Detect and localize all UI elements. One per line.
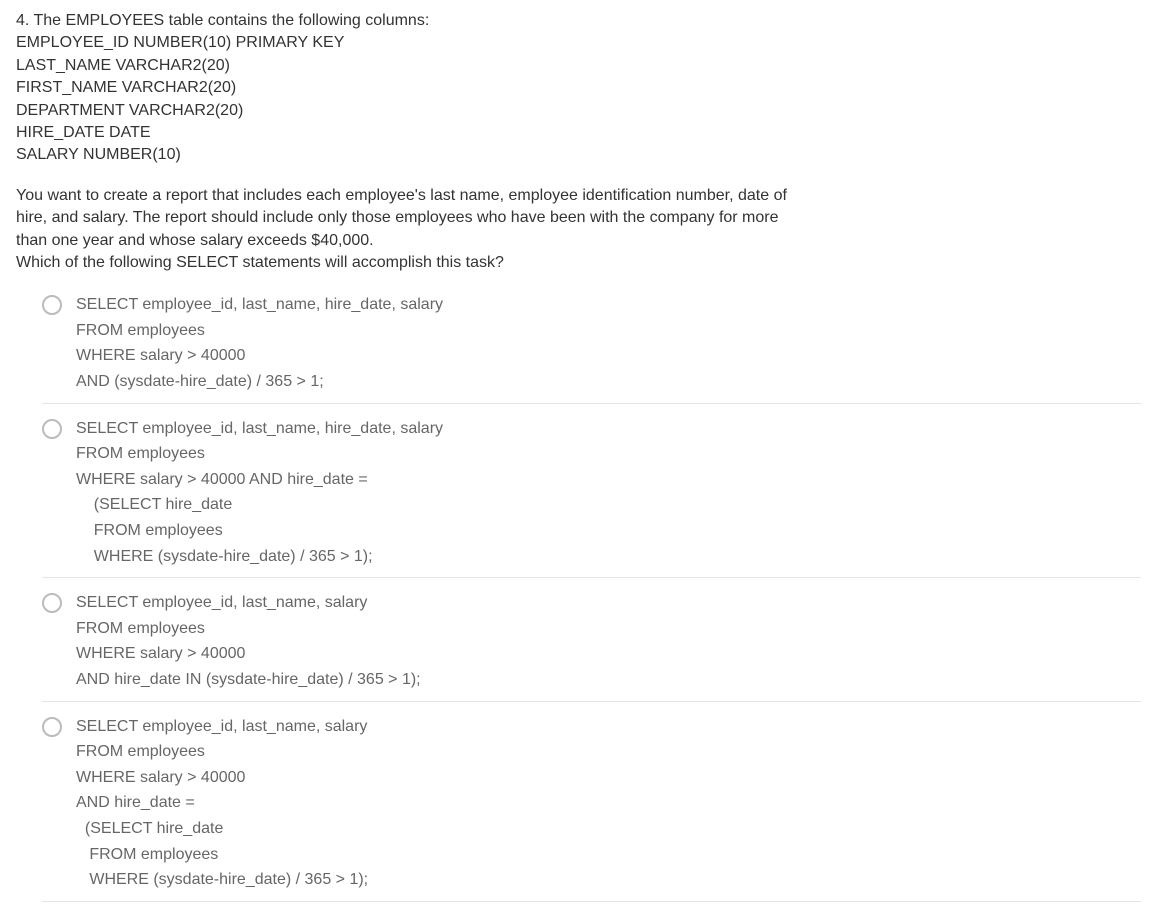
option-2-text: SELECT employee_id, last_name, hire_date… <box>76 416 443 570</box>
radio-icon[interactable] <box>42 717 62 737</box>
option-4-text: SELECT employee_id, last_name, salary FR… <box>76 714 368 893</box>
question-body-line-1: hire, and salary. The report should incl… <box>16 207 1141 229</box>
question-line-0: 4. The EMPLOYEES table contains the foll… <box>16 10 1141 32</box>
question-line-5: HIRE_DATE DATE <box>16 122 1141 144</box>
option-2[interactable]: SELECT employee_id, last_name, hire_date… <box>42 416 1141 579</box>
question-header: 4. The EMPLOYEES table contains the foll… <box>16 10 1141 167</box>
option-3[interactable]: SELECT employee_id, last_name, salary FR… <box>42 590 1141 701</box>
question-line-2: LAST_NAME VARCHAR2(20) <box>16 55 1141 77</box>
question-body-line-3: Which of the following SELECT statements… <box>16 252 1141 274</box>
question-body-line-2: than one year and whose salary exceeds $… <box>16 230 1141 252</box>
question-line-6: SALARY NUMBER(10) <box>16 144 1141 166</box>
options-container: SELECT employee_id, last_name, hire_date… <box>16 292 1141 901</box>
question-body: You want to create a report that include… <box>16 185 1141 275</box>
radio-icon[interactable] <box>42 295 62 315</box>
question-line-3: FIRST_NAME VARCHAR2(20) <box>16 77 1141 99</box>
radio-icon[interactable] <box>42 593 62 613</box>
question-line-1: EMPLOYEE_ID NUMBER(10) PRIMARY KEY <box>16 32 1141 54</box>
option-1[interactable]: SELECT employee_id, last_name, hire_date… <box>42 292 1141 403</box>
question-line-4: DEPARTMENT VARCHAR2(20) <box>16 100 1141 122</box>
option-3-text: SELECT employee_id, last_name, salary FR… <box>76 590 421 692</box>
question-body-line-0: You want to create a report that include… <box>16 185 1141 207</box>
option-4[interactable]: SELECT employee_id, last_name, salary FR… <box>42 714 1141 902</box>
radio-icon[interactable] <box>42 419 62 439</box>
option-1-text: SELECT employee_id, last_name, hire_date… <box>76 292 443 394</box>
